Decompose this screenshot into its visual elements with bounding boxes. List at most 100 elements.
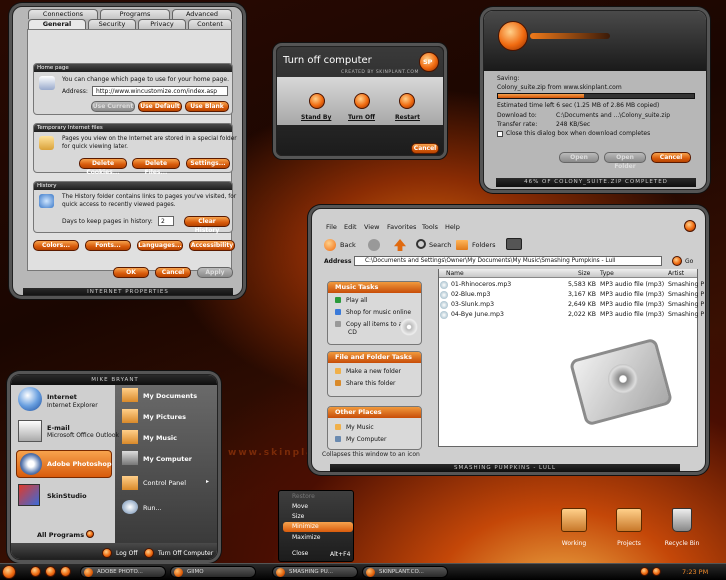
log-off-icon[interactable] xyxy=(102,548,112,558)
start-right-control-panel[interactable]: Control Panel xyxy=(143,479,186,487)
delete-files-button[interactable]: Delete Files... xyxy=(132,158,180,176)
views-icon[interactable] xyxy=(506,238,522,250)
recycle-bin-icon[interactable] xyxy=(672,508,692,532)
download-cancel-button[interactable]: Cancel xyxy=(651,152,691,163)
up-icon[interactable] xyxy=(394,239,406,251)
desktop-icon-projects[interactable]: Projects xyxy=(604,540,654,547)
music-tasks-heading[interactable]: Music Tasks xyxy=(328,282,421,293)
clear-history-button[interactable]: Clear History xyxy=(184,216,230,234)
start-button[interactable] xyxy=(2,565,16,579)
start-right-my-computer[interactable]: My Computer xyxy=(143,455,192,463)
tab-connections[interactable]: Connections xyxy=(28,9,98,19)
folders-icon[interactable] xyxy=(456,240,468,250)
taskbar-item-skinplant[interactable]: SKINPLANT.CO... xyxy=(362,566,448,578)
menu-help[interactable]: Help xyxy=(445,223,460,231)
menu-edit[interactable]: Edit xyxy=(344,223,357,231)
turn-off-computer-button[interactable]: Turn Off Computer xyxy=(158,550,213,557)
other-places-heading[interactable]: Other Places xyxy=(328,407,421,418)
open-button[interactable]: Open xyxy=(559,152,599,163)
apply-button[interactable]: Apply xyxy=(197,267,233,278)
menu-size[interactable]: Size xyxy=(283,512,353,522)
tray-icon-2[interactable] xyxy=(652,567,661,576)
ie-status-bar: INTERNET PROPERTIES xyxy=(23,288,233,295)
tab-content[interactable]: Content xyxy=(188,19,232,29)
working-folder-icon[interactable] xyxy=(561,508,587,532)
col-name[interactable]: Name xyxy=(446,270,464,277)
settings-button[interactable]: Settings... xyxy=(186,158,230,169)
turn-off-button[interactable] xyxy=(354,93,370,109)
tab-general[interactable]: General xyxy=(28,19,86,29)
tab-advanced[interactable]: Advanced xyxy=(172,9,232,19)
log-off-button[interactable]: Log Off xyxy=(116,550,137,557)
start-item-internet[interactable]: Internet xyxy=(47,393,77,401)
tab-security[interactable]: Security xyxy=(88,19,136,29)
task-new-folder[interactable]: Make a new folder xyxy=(335,368,401,375)
accessibility-button[interactable]: Accessibility xyxy=(189,240,235,251)
folders-button[interactable]: Folders xyxy=(472,241,495,249)
place-my-music[interactable]: My Music xyxy=(335,424,374,431)
cancel-button[interactable]: Cancel xyxy=(155,267,191,278)
delete-cookies-button[interactable]: Delete Cookies... xyxy=(79,158,127,176)
close-when-done-checkbox[interactable] xyxy=(497,131,503,137)
forward-icon[interactable] xyxy=(368,239,380,251)
menu-favorites[interactable]: Favorites xyxy=(387,223,416,231)
start-right-my-pictures[interactable]: My Pictures xyxy=(143,413,186,421)
use-default-button[interactable]: Use Default xyxy=(138,101,182,112)
menu-file[interactable]: File xyxy=(326,223,337,231)
menu-maximize[interactable]: Maximize xyxy=(283,533,353,543)
restart-button[interactable] xyxy=(399,93,415,109)
menu-tools[interactable]: Tools xyxy=(422,223,438,231)
start-right-my-documents[interactable]: My Documents xyxy=(143,392,197,400)
go-icon[interactable] xyxy=(672,256,682,266)
start-right-my-music[interactable]: My Music xyxy=(143,434,177,442)
quicklaunch-explorer-icon[interactable] xyxy=(45,566,56,577)
taskbar-item-giimo[interactable]: GIIMO xyxy=(170,566,256,578)
place-my-computer[interactable]: My Computer xyxy=(335,436,386,443)
quicklaunch-ie-icon[interactable] xyxy=(30,566,41,577)
tab-programs[interactable]: Programs xyxy=(100,9,170,19)
stand-by-button[interactable] xyxy=(309,93,325,109)
col-artist[interactable]: Artist xyxy=(668,270,684,277)
start-item-skinstudio[interactable]: SkinStudio xyxy=(47,492,87,500)
all-programs-button[interactable]: All Programs xyxy=(37,531,84,539)
back-icon[interactable] xyxy=(324,239,336,251)
menu-move[interactable]: Move xyxy=(283,502,353,512)
turn-off-computer-icon[interactable] xyxy=(144,548,154,558)
menu-minimize[interactable]: Minimize xyxy=(283,522,353,532)
file-folder-tasks-heading[interactable]: File and Folder Tasks xyxy=(328,352,421,363)
menu-view[interactable]: View xyxy=(364,223,379,231)
turn-off-cancel-button[interactable]: Cancel xyxy=(411,143,439,154)
home-address-input[interactable]: http://www.wincustomize.com/index.asp xyxy=(92,86,228,96)
task-shop-music[interactable]: Shop for music online xyxy=(335,309,411,316)
ok-button[interactable]: OK xyxy=(113,267,149,278)
col-size[interactable]: Size xyxy=(578,270,590,277)
start-right-run[interactable]: Run... xyxy=(143,504,162,512)
search-button[interactable]: Search xyxy=(429,241,451,249)
task-share-folder[interactable]: Share this folder xyxy=(335,380,396,387)
task-copy-to-cd-line2[interactable]: CD xyxy=(348,329,357,336)
fonts-button[interactable]: Fonts... xyxy=(85,240,131,251)
colors-button[interactable]: Colors... xyxy=(33,240,79,251)
back-button[interactable]: Back xyxy=(340,241,356,249)
address-input[interactable]: C:\Documents and Settings\Owner\My Docum… xyxy=(354,256,662,266)
search-icon[interactable] xyxy=(416,239,426,249)
languages-button[interactable]: Languages... xyxy=(137,240,183,251)
projects-folder-icon[interactable] xyxy=(616,508,642,532)
days-input[interactable]: 2 xyxy=(158,216,174,226)
tray-icon-1[interactable] xyxy=(640,567,649,576)
desktop-icon-working[interactable]: Working xyxy=(549,540,599,547)
use-blank-button[interactable]: Use Blank xyxy=(185,101,229,112)
task-play-all[interactable]: Play all xyxy=(335,297,367,304)
taskbar-item-photoshop[interactable]: ADOBE PHOTO... xyxy=(80,566,166,578)
col-type[interactable]: Type xyxy=(600,270,614,277)
desktop-icon-recycle-bin[interactable]: Recycle Bin xyxy=(657,540,707,547)
start-item-photoshop[interactable]: Adobe Photoshop xyxy=(47,460,112,468)
go-button[interactable]: Go xyxy=(685,258,693,265)
quicklaunch-media-icon[interactable] xyxy=(60,566,71,577)
start-item-email[interactable]: E-mail xyxy=(47,424,70,432)
use-current-button[interactable]: Use Current xyxy=(91,101,135,112)
open-folder-button[interactable]: Open Folder xyxy=(604,152,646,170)
tab-privacy[interactable]: Privacy xyxy=(138,19,186,29)
taskbar-item-smashing[interactable]: SMASHING PU... xyxy=(272,566,358,578)
menu-restore[interactable]: Restore xyxy=(283,492,353,502)
